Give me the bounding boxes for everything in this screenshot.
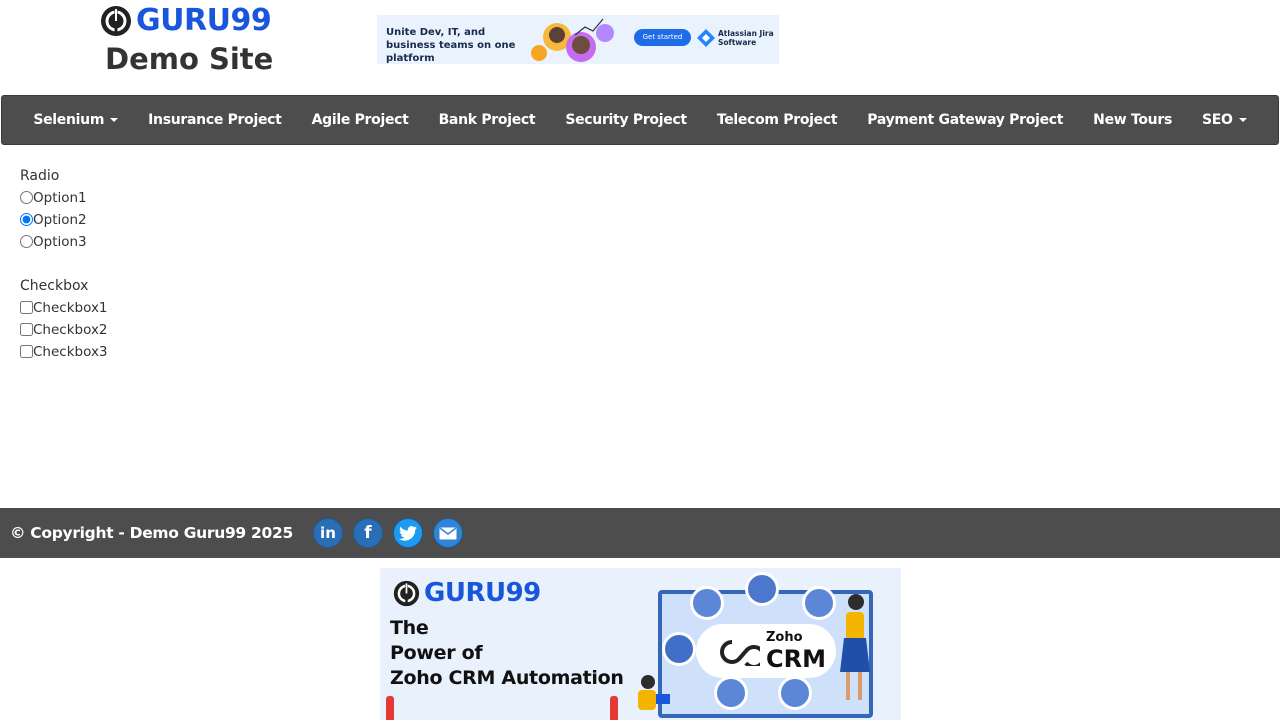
main-navbar: Selenium Insurance Project Agile Project… bbox=[1, 95, 1279, 145]
atlassian-brand: Atlassian Jira Software bbox=[697, 29, 778, 47]
logo-brand-text: GURU99 bbox=[136, 3, 272, 38]
social-links: in f bbox=[312, 518, 473, 548]
radio-group-label: Radio bbox=[20, 168, 60, 184]
radio-input-option1[interactable] bbox=[20, 190, 33, 204]
jira-diamond-icon bbox=[697, 29, 715, 47]
database-bubble-icon bbox=[778, 676, 812, 710]
bottom-banner-ad[interactable]: GURU99 The Power of Zoho CRM Automation … bbox=[380, 568, 901, 720]
radio-input-option3[interactable] bbox=[20, 234, 33, 248]
nav-bank-project[interactable]: Bank Project bbox=[424, 96, 551, 144]
checkbox-option-2[interactable]: Checkbox2 bbox=[20, 319, 108, 341]
radio-label-option3: Option3 bbox=[33, 234, 87, 250]
radio-label-option1: Option1 bbox=[33, 190, 87, 206]
nav-telecom-project[interactable]: Telecom Project bbox=[702, 96, 852, 144]
site-logo[interactable]: GURU99 Demo Site bbox=[100, 4, 280, 76]
chat-bubble-icon bbox=[690, 586, 724, 620]
twitter-bird-icon bbox=[398, 525, 417, 541]
guru99-logo-icon bbox=[101, 6, 131, 36]
megaphone-bubble-icon bbox=[662, 632, 696, 666]
bottom-ad-logo: GURU99 bbox=[393, 578, 541, 608]
twitter-icon[interactable] bbox=[392, 518, 423, 548]
checkbox-option-1[interactable]: Checkbox1 bbox=[20, 297, 108, 319]
get-started-button[interactable]: Get started bbox=[634, 29, 691, 46]
envelope-icon bbox=[439, 526, 457, 539]
nav-new-tours[interactable]: New Tours bbox=[1078, 96, 1187, 144]
chart-bubble-icon bbox=[745, 572, 779, 606]
site-footer: © Copyright - Demo Guru99 2025 in f bbox=[0, 508, 1280, 558]
bottom-ad-brand: GURU99 bbox=[424, 578, 541, 608]
nav-security-project[interactable]: Security Project bbox=[550, 96, 702, 144]
sitting-person-icon bbox=[638, 675, 670, 710]
linkedin-icon[interactable]: in bbox=[312, 518, 343, 548]
checkbox-group-label: Checkbox bbox=[20, 278, 89, 294]
atlassian-brand-text: Atlassian Jira Software bbox=[718, 29, 774, 47]
decorative-red-bar bbox=[386, 696, 394, 720]
nav-item-label: Selenium bbox=[33, 112, 105, 128]
nav-insurance-project[interactable]: Insurance Project bbox=[133, 96, 296, 144]
checkbox-label-3: Checkbox3 bbox=[33, 344, 108, 360]
radio-label-option2: Option2 bbox=[33, 212, 87, 228]
crm-label: CRM bbox=[766, 645, 826, 673]
radio-input-option2[interactable] bbox=[20, 212, 33, 226]
bottom-ad-headline: The Power of Zoho CRM Automation bbox=[390, 616, 624, 691]
top-banner-ad[interactable]: Unite Dev, IT, and business teams on one… bbox=[377, 15, 779, 64]
nav-agile-project[interactable]: Agile Project bbox=[297, 96, 424, 144]
nav-item-label: SEO bbox=[1202, 112, 1233, 128]
radio-checkbox-form: Radio Option1 Option2 Option3 Checkbox C… bbox=[20, 166, 108, 363]
person-illustration-icon bbox=[840, 594, 870, 700]
caret-down-icon bbox=[110, 118, 119, 122]
headline-line-2: Power of bbox=[390, 642, 483, 664]
ad-illustration-icon bbox=[531, 18, 614, 62]
email-icon[interactable] bbox=[432, 518, 463, 548]
nav-seo-dropdown[interactable]: SEO bbox=[1187, 96, 1262, 144]
zoho-label: Zoho bbox=[766, 630, 803, 645]
checkbox-label-1: Checkbox1 bbox=[33, 300, 108, 316]
checkbox-label-2: Checkbox2 bbox=[33, 322, 108, 338]
radio-option-3[interactable]: Option3 bbox=[20, 231, 108, 253]
logo-subtitle: Demo Site bbox=[105, 42, 274, 76]
top-ad-text: Unite Dev, IT, and business teams on one… bbox=[386, 27, 516, 64]
copyright-text: © Copyright - Demo Guru99 2025 bbox=[10, 524, 293, 542]
guru99-logo-icon bbox=[393, 580, 420, 606]
checkbox-option-3[interactable]: Checkbox3 bbox=[20, 341, 108, 363]
headline-line-3: Zoho CRM Automation bbox=[390, 667, 624, 689]
radio-option-1[interactable]: Option1 bbox=[20, 187, 108, 209]
checkbox-input-1[interactable] bbox=[20, 300, 33, 314]
decorative-red-bar bbox=[610, 696, 618, 720]
checkbox-input-2[interactable] bbox=[20, 322, 33, 336]
page: GURU99 Demo Site Unite Dev, IT, and busi… bbox=[0, 0, 1280, 720]
checkbox-input-3[interactable] bbox=[20, 344, 33, 358]
nav-payment-gateway-project[interactable]: Payment Gateway Project bbox=[852, 96, 1078, 144]
caret-down-icon bbox=[1238, 118, 1247, 122]
headline-line-1: The bbox=[390, 617, 429, 639]
folder-bubble-icon bbox=[714, 676, 748, 710]
radio-option-2[interactable]: Option2 bbox=[20, 209, 108, 231]
nav-selenium-dropdown[interactable]: Selenium bbox=[18, 96, 133, 144]
facebook-icon[interactable]: f bbox=[352, 518, 383, 548]
zoho-crm-logo-icon bbox=[720, 640, 760, 666]
